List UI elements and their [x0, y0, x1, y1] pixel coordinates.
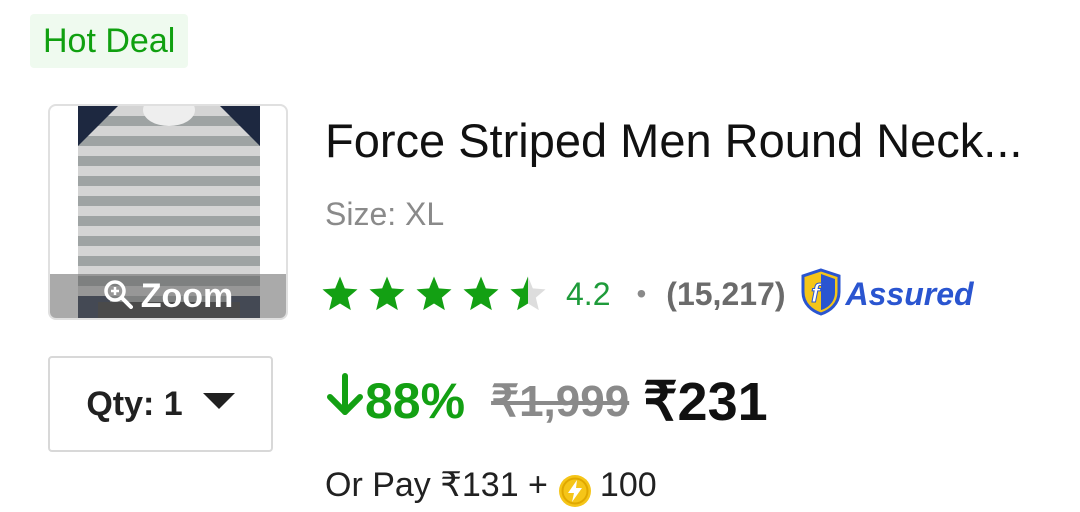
hot-deal-badge: Hot Deal — [30, 14, 189, 68]
zoom-icon — [103, 279, 133, 314]
star-rating — [320, 272, 552, 316]
assured-badge: f Assured — [799, 267, 974, 321]
stars-icon — [322, 276, 546, 311]
coin-amount: 100 — [599, 465, 657, 504]
product-thumbnail[interactable]: Zoom — [48, 104, 288, 320]
original-price: ₹1,999 — [491, 376, 630, 426]
discount-percent: 88% — [365, 373, 466, 429]
pay-with-coins: Or Pay ₹131 + 100 — [325, 462, 657, 508]
quantity-select[interactable]: Qty: 1 — [48, 356, 273, 452]
pay-prefix: Or Pay ₹131 + — [325, 466, 548, 504]
product-size: Size: XL — [325, 196, 445, 232]
price-row: 88% ₹1,999 ₹231 — [325, 366, 768, 436]
selling-price: ₹231 — [643, 371, 768, 432]
zoom-label: Zoom — [140, 276, 234, 315]
arrow-down-icon — [325, 372, 365, 430]
assured-label: Assured — [845, 275, 974, 312]
caret-down-icon — [202, 392, 235, 416]
supercoin-icon — [558, 474, 592, 508]
rating-count[interactable]: (15,217) — [666, 276, 785, 313]
assured-shield-icon: f — [799, 267, 843, 321]
quantity-label: Qty: 1 — [86, 384, 183, 423]
product-title[interactable]: Force Striped Men Round Neck... — [325, 112, 1070, 170]
rating-row: 4.2 • (15,217) f Assured — [320, 267, 974, 321]
rating-value: 4.2 — [566, 275, 611, 312]
separator-dot: • — [636, 278, 647, 309]
discount: 88% — [325, 372, 465, 430]
zoom-button[interactable]: Zoom — [50, 274, 286, 318]
